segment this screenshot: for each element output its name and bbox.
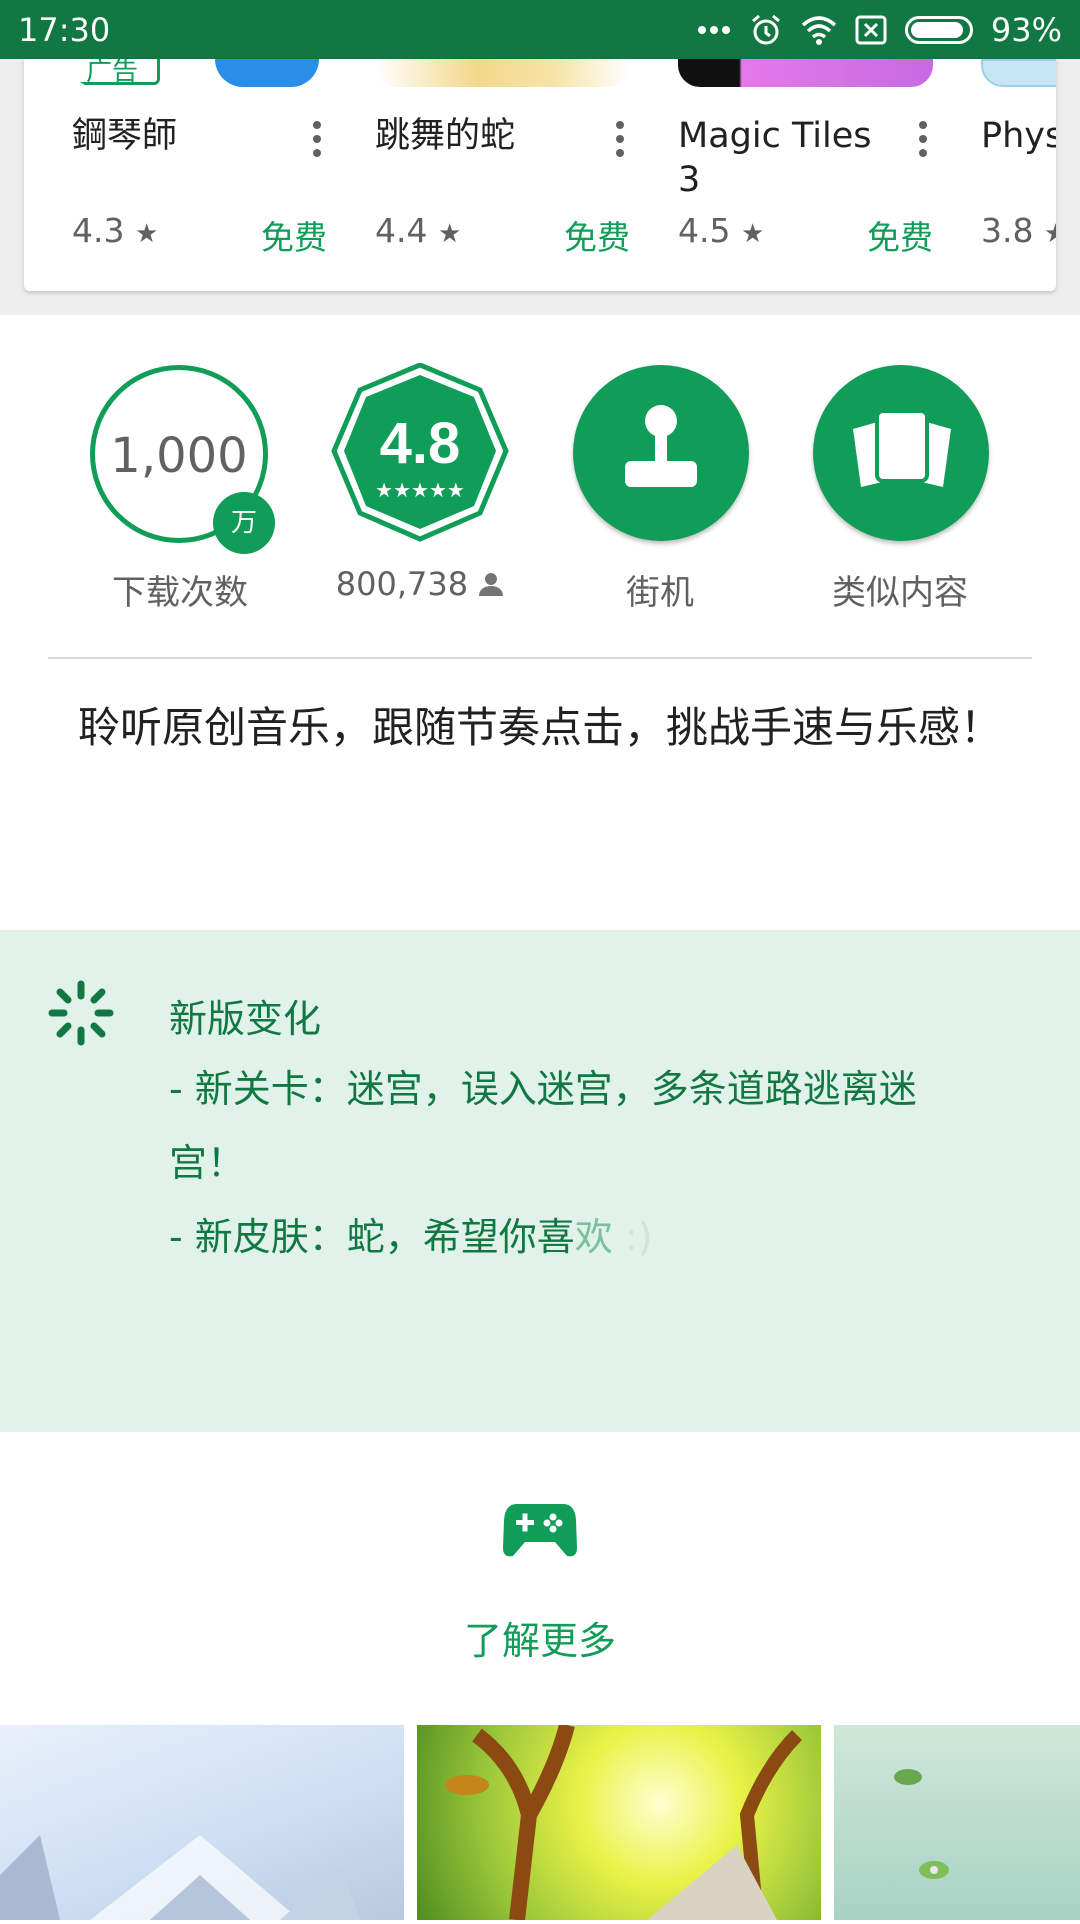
- more-dots-icon: [697, 25, 731, 35]
- divider: [48, 657, 1032, 659]
- joystick-icon: [625, 405, 697, 487]
- rating-badge: 4.8 ★★★★★: [331, 363, 509, 542]
- app-price: 免费: [867, 218, 933, 257]
- app-name: Magic Tiles 3: [678, 116, 872, 200]
- status-bar: 17:30 93%: [0, 0, 1080, 59]
- star-icon: ★: [1043, 219, 1056, 249]
- more-vert-icon[interactable]: [913, 117, 933, 161]
- person-icon: [479, 573, 504, 596]
- app-description[interactable]: 聆听原创音乐，跟随节奏点击，挑战手速与乐感！: [70, 690, 1010, 766]
- app-name: 鋼琴師: [72, 116, 178, 156]
- rating-stars-icon: ★★★★★: [375, 478, 465, 502]
- learn-more-link[interactable]: 了解更多: [0, 1610, 1080, 1665]
- more-vert-icon[interactable]: [307, 117, 327, 161]
- downloads-label: 下载次数: [112, 573, 248, 613]
- app-name: Phys Drop: [981, 116, 1056, 156]
- app-rating: 3.8 ★: [981, 211, 1056, 250]
- similar-apps-card: 广告 鋼琴師 4.3 ★ 免费 跳舞的蛇 4.4 ★ 免费 Magic Tile…: [24, 59, 1056, 291]
- similar-label: 类似内容: [832, 573, 968, 613]
- gamepad-icon: [503, 1504, 577, 1557]
- status-time: 17:30: [18, 10, 111, 49]
- whats-new-line: - 新关卡：迷宫，误入迷宫，多条道路逃离迷宫！: [169, 1067, 917, 1185]
- screenshot-1[interactable]: [0, 1725, 404, 1920]
- app-rating: 4.4 ★: [375, 211, 462, 250]
- whats-new-notes: - 新关卡：迷宫，误入迷宫，多条道路逃离迷宫！ - 新皮肤：蛇，希望你喜欢 :): [169, 1052, 989, 1274]
- no-sim-icon: [855, 15, 887, 45]
- cards-icon: [853, 409, 951, 487]
- screenshot-2[interactable]: [417, 1722, 821, 1921]
- more-vert-icon[interactable]: [610, 117, 630, 161]
- star-icon: ★: [134, 219, 159, 249]
- app-thumbnail: [678, 59, 933, 87]
- battery-percent: 93%: [990, 10, 1062, 49]
- downloads-badge: 1,000 万: [90, 365, 275, 554]
- app-name: 跳舞的蛇: [375, 116, 516, 156]
- whats-new-title: 新版变化: [169, 997, 322, 1041]
- app-rating: 4.3 ★: [72, 211, 159, 250]
- star-icon: ★: [740, 219, 765, 249]
- screenshot-3[interactable]: [834, 1725, 1080, 1920]
- similar-apps-section: 广告 鋼琴師 4.3 ★ 免费 跳舞的蛇 4.4 ★ 免费 Magic Tile…: [0, 59, 1080, 315]
- whats-new-line: - 新皮肤：蛇，希望你喜欢 :): [169, 1215, 653, 1259]
- app-thumbnail: 广告: [72, 59, 327, 87]
- app-price: 免费: [261, 218, 327, 257]
- app-thumbnail: [981, 59, 1056, 87]
- similar-content-button[interactable]: [813, 365, 989, 541]
- rating-value: 4.8: [380, 411, 461, 476]
- app-price: 免费: [564, 218, 630, 257]
- wifi-icon: [801, 15, 837, 45]
- battery-icon: [904, 15, 973, 44]
- app-thumbnail: [375, 59, 630, 87]
- category-button[interactable]: [573, 365, 749, 541]
- downloads-value: 1,000: [110, 428, 248, 484]
- app-card[interactable]: 跳舞的蛇 4.4 ★ 免费: [375, 59, 630, 291]
- whats-new-section[interactable]: 新版变化 - 新关卡：迷宫，误入迷宫，多条道路逃离迷宫！ - 新皮肤：蛇，希望你…: [0, 930, 1080, 1432]
- whats-new-icon: [48, 980, 114, 1046]
- category-label: 街机: [626, 573, 694, 613]
- app-card[interactable]: Magic Tiles 3 4.5 ★ 免费: [678, 59, 933, 291]
- app-card[interactable]: 广告 鋼琴師 4.3 ★ 免费: [72, 59, 327, 291]
- reviewers-count: 800,738: [300, 565, 540, 603]
- ad-badge: 广告: [72, 59, 160, 87]
- star-icon: ★: [437, 219, 462, 249]
- downloads-unit-badge: 万: [213, 492, 275, 554]
- app-rating: 4.5 ★: [678, 211, 765, 250]
- alarm-icon: [749, 13, 783, 47]
- app-stats: 1,000 万 下载次数 4.8 ★★★★★ 800,738 街机 类似内容: [0, 360, 1080, 613]
- screenshots-strip[interactable]: [0, 1722, 1080, 1921]
- app-card[interactable]: Phys Drop 3.8 ★: [981, 59, 1056, 291]
